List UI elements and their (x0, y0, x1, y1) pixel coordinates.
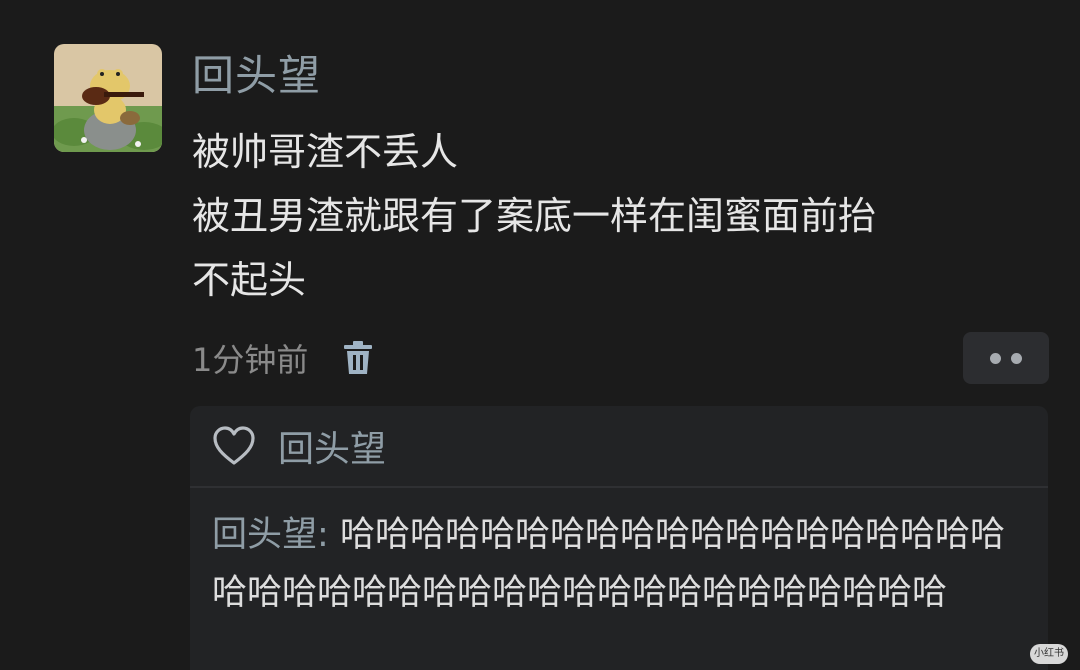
post-username[interactable]: 回头望 (192, 48, 321, 104)
reply-author[interactable]: 回头望: (212, 515, 329, 555)
avatar[interactable] (54, 44, 162, 152)
replies-panel: 回头望 回头望: 哈哈哈哈哈哈哈哈哈哈哈哈哈哈哈哈哈哈哈哈哈哈哈哈哈哈哈哈哈哈哈… (190, 406, 1048, 670)
reply-text: 哈哈哈哈哈哈哈哈哈哈哈哈哈哈哈哈哈哈哈哈哈哈哈哈哈哈哈哈哈哈哈哈哈哈哈哈哈哈哈哈 (212, 515, 1005, 613)
more-dots-icon (990, 352, 1001, 364)
more-button[interactable] (963, 332, 1049, 384)
post-content: 被帅哥渣不丢人 被丑男渣就跟有了案底一样在闺蜜面前抬 不起头 (192, 120, 1042, 312)
post-content-line: 被丑男渣就跟有了案底一样在闺蜜面前抬 (192, 194, 877, 238)
post-meta: 1分钟前 (192, 334, 374, 382)
trash-icon[interactable] (342, 340, 374, 376)
post-content-line: 被帅哥渣不丢人 (192, 130, 459, 174)
reply-item: 回头望: 哈哈哈哈哈哈哈哈哈哈哈哈哈哈哈哈哈哈哈哈哈哈哈哈哈哈哈哈哈哈哈哈哈哈哈… (212, 506, 1032, 622)
like-username[interactable]: 回头望 (278, 420, 386, 472)
avatar-image (54, 44, 162, 152)
watermark-badge: 小红书 (1030, 644, 1068, 664)
heart-icon[interactable] (212, 426, 256, 466)
post-time: 1分钟前 (192, 341, 309, 379)
post-content-line: 不起头 (192, 258, 307, 302)
divider (190, 486, 1048, 488)
more-dots-icon (1011, 352, 1022, 364)
comment-screen: 回头望 被帅哥渣不丢人 被丑男渣就跟有了案底一样在闺蜜面前抬 不起头 1分钟前 (0, 0, 1080, 670)
likes-row: 回头望 (212, 424, 386, 470)
